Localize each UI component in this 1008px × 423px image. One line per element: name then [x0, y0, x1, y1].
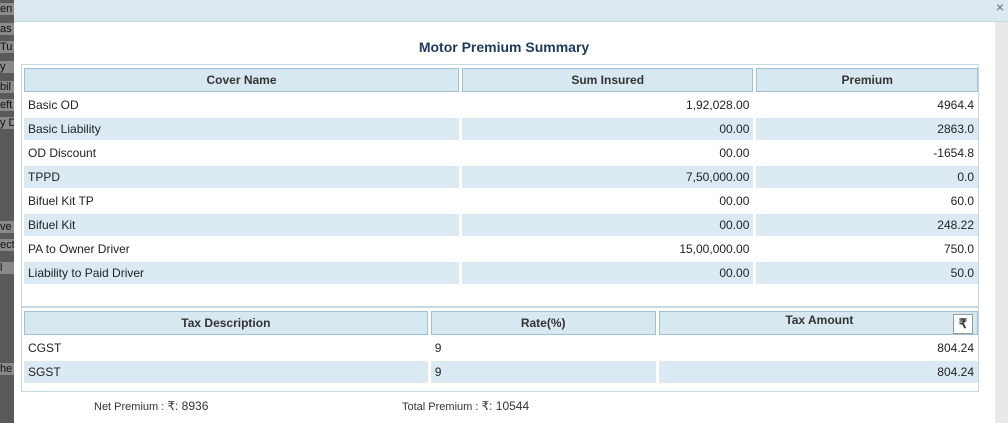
table-row: Bifuel Kit 00.00 248.22 [24, 214, 978, 236]
currency-toggle-button[interactable]: ₹ [953, 313, 973, 334]
tax-amount-header-label: Tax Amount [785, 312, 854, 327]
tax-description: CGST [28, 341, 62, 355]
background-text: eft [0, 99, 14, 111]
background-text: l [0, 262, 14, 274]
background-text: en [0, 3, 14, 15]
premium: 0.0 [756, 166, 978, 188]
total-premium: Total Premium : ₹: 10544 [402, 399, 529, 413]
column-header-premium: Premium [756, 68, 978, 92]
dialog-header: × [14, 0, 1008, 22]
cover-name: TPPD [24, 166, 459, 188]
premium: 4964.4 [937, 98, 974, 112]
premium: 60.0 [950, 194, 974, 208]
column-header-tax-amount: Tax Amount ₹ [658, 311, 978, 335]
table-row: Bifuel Kit TP 00.00 60.0 [24, 190, 978, 212]
column-header-rate: Rate(%) [430, 311, 656, 335]
sum-insured: 15,00,000.00 [679, 242, 750, 256]
table-row: Liability to Paid Driver 00.00 50.0 [24, 262, 978, 284]
tax-description: SGST [24, 361, 428, 383]
table-row: CGST 9 804.24 [24, 337, 978, 359]
column-header-tax-description: Tax Description [24, 311, 428, 335]
tax-rate: 9 [430, 361, 656, 383]
background-text: bil [0, 81, 14, 93]
dialog-scrollbar[interactable] [995, 22, 1008, 423]
tax-rate: 9 [434, 341, 442, 355]
sum-insured: 00.00 [461, 214, 754, 236]
cover-name: Bifuel Kit [24, 214, 459, 236]
table-row: Basic Liability 00.00 2863.0 [24, 118, 978, 140]
background-text: as [0, 23, 14, 35]
premium: -1654.8 [933, 146, 974, 160]
total-premium-value: : 10544 [489, 399, 530, 413]
premium: 248.22 [756, 214, 978, 236]
sum-insured: 00.00 [719, 194, 750, 208]
table-row: TPPD 7,50,000.00 0.0 [24, 166, 978, 188]
total-premium-label: Total Premium : [402, 401, 482, 413]
tax-table: Tax Description Rate(%) Tax Amount ₹ CGS… [21, 309, 981, 385]
table-row: Basic OD 1,92,028.00 4964.4 [24, 94, 978, 116]
sum-insured: 7,50,000.00 [461, 166, 754, 188]
sum-insured: 1,92,028.00 [686, 98, 750, 112]
sum-insured: 00.00 [719, 146, 750, 160]
cover-name: Liability to Paid Driver [24, 262, 459, 284]
cover-name: OD Discount [28, 146, 97, 160]
dialog-title: Motor Premium Summary [418, 39, 590, 55]
premium-summary-dialog: × Motor Premium Summary Cover Name Sum I… [14, 0, 1008, 423]
background-text: ect [0, 239, 14, 251]
background-text: y D [0, 117, 14, 129]
rupee-icon: ₹ [481, 399, 490, 413]
premium: 50.0 [756, 262, 978, 284]
cover-table: Cover Name Sum Insured Premium Basic OD … [21, 66, 981, 286]
column-header-sum-insured: Sum Insured [461, 68, 754, 92]
net-premium-label: Net Premium : [94, 401, 168, 413]
cover-name: Bifuel Kit TP [28, 194, 94, 208]
background-text: y [0, 61, 14, 73]
cover-name: Basic OD [28, 98, 79, 112]
table-row: SGST 9 804.24 [24, 361, 978, 383]
column-header-cover-name: Cover Name [24, 68, 459, 92]
net-premium: Net Premium : ₹: 8936 [94, 399, 208, 413]
background-text: Tu [0, 41, 14, 53]
net-premium-value: : 8936 [175, 399, 209, 413]
background-text: ve [0, 221, 14, 233]
tax-amount: 804.24 [658, 361, 978, 383]
background-page: en as Tu y bil eft y D ve ect l he [0, 0, 14, 423]
sum-insured: 00.00 [461, 118, 754, 140]
premium: 2863.0 [756, 118, 978, 140]
premium: 750.0 [943, 242, 974, 256]
close-icon[interactable]: × [996, 0, 1004, 14]
rupee-icon: ₹ [167, 399, 175, 413]
sum-insured: 00.00 [461, 262, 754, 284]
table-row: OD Discount 00.00 -1654.8 [24, 142, 978, 164]
tax-amount: 804.24 [937, 341, 974, 355]
table-row: PA to Owner Driver 15,00,000.00 750.0 [24, 238, 978, 260]
background-text: he [0, 363, 14, 375]
cover-name: PA to Owner Driver [28, 242, 130, 256]
cover-name: Basic Liability [24, 118, 459, 140]
